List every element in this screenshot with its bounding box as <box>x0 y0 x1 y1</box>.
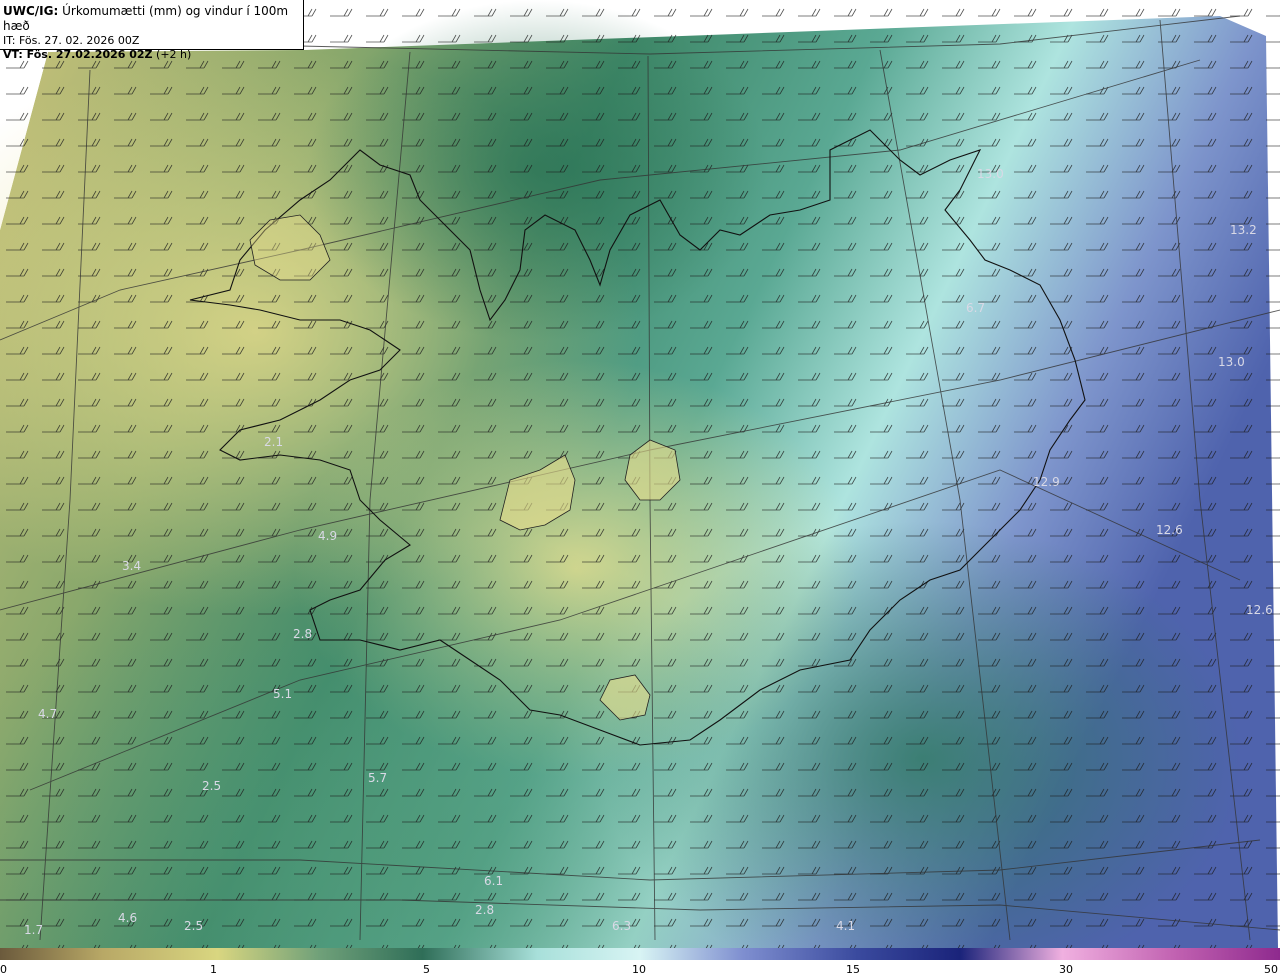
map-title: UWC/IG: Úrkomumætti (mm) og vindur í 100… <box>3 4 289 33</box>
value-label: 13.0 <box>1218 355 1245 369</box>
value-label: 12.6 <box>1246 603 1273 617</box>
colorbar-tick: 1 <box>210 963 217 976</box>
init-time: IT: Fös. 27. 02. 2026 00Z <box>3 34 140 47</box>
value-label: 13.2 <box>1230 223 1257 237</box>
value-label: 2.8 <box>475 903 494 917</box>
colorbar-tick: 15 <box>846 963 860 976</box>
value-label: 6.1 <box>484 874 503 888</box>
value-label: 4.7 <box>38 707 57 721</box>
value-label: 2.5 <box>202 779 221 793</box>
value-label: 4.1 <box>836 919 855 933</box>
colorbar: 0 1 5 10 15 30 50 <box>0 948 1280 978</box>
precipitation-map: 13.0 13.2 6.7 13.0 2.1 12.9 12.6 4.9 3.4… <box>0 0 1280 948</box>
colorbar-tick: 10 <box>632 963 646 976</box>
value-label: 5.1 <box>273 687 292 701</box>
value-label: 4.9 <box>318 529 337 543</box>
colorbar-tick: 50 <box>1264 963 1278 976</box>
colorbar-tick: 5 <box>423 963 430 976</box>
value-label: 3.4 <box>122 559 141 573</box>
valid-time: VT: Fös. 27.02.2026 02Z (+2 h) <box>3 48 192 61</box>
colorbar-tick: 0 <box>0 963 7 976</box>
value-label: 6.3 <box>612 919 631 933</box>
value-label: 6.7 <box>966 301 985 315</box>
value-label: 1.7 <box>24 923 43 937</box>
value-label: 12.9 <box>1033 475 1060 489</box>
value-label: 12.6 <box>1156 523 1183 537</box>
map-header: UWC/IG: Úrkomumætti (mm) og vindur í 100… <box>0 0 304 61</box>
value-label: 4.6 <box>118 911 137 925</box>
value-label: 5.7 <box>368 771 387 785</box>
colorbar-strip <box>0 948 1280 960</box>
value-label: 2.1 <box>264 435 283 449</box>
colorbar-tick: 30 <box>1059 963 1073 976</box>
value-label: 2.5 <box>184 919 203 933</box>
value-label: 2.8 <box>293 627 312 641</box>
value-label: 13.0 <box>977 167 1004 181</box>
